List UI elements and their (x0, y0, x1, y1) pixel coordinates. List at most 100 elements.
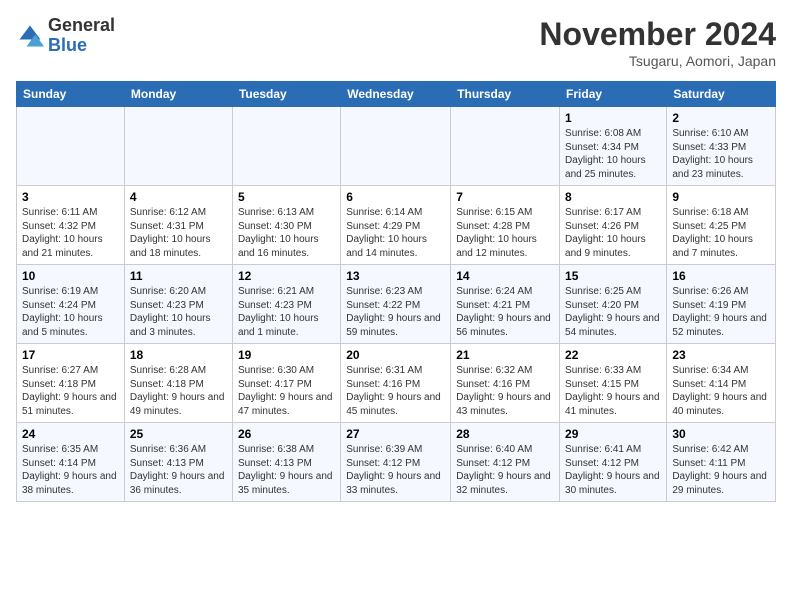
calendar-cell: 4Sunrise: 6:12 AM Sunset: 4:31 PM Daylig… (124, 186, 232, 265)
calendar-cell: 19 Sunrise: 6:30 AM Sunset: 4:17 PM Dayli… (232, 344, 340, 423)
calendar-cell: 17 Sunrise: 6:27 AM Sunset: 4:18 PM Dayli… (17, 344, 125, 423)
day-info: Sunrise: 6:27 AM Sunset: 4:18 PM Dayligh… (22, 364, 119, 418)
calendar-header: SundayMondayTuesdayWednesdayThursdayFrid… (17, 82, 776, 107)
day-number: 9 (672, 190, 770, 204)
calendar-cell: 28 Sunrise: 6:40 AM Sunset: 4:12 PM Dayli… (451, 423, 560, 502)
day-number: 1 (565, 111, 661, 125)
calendar-cell: 30Sunrise: 6:42 AM Sunset: 4:11 PM Dayli… (667, 423, 776, 502)
calendar-cell: 20 Sunrise: 6:31 AM Sunset: 4:16 PM Dayli… (341, 344, 451, 423)
day-info: Sunrise: 6:24 AM Sunset: 4:21 PM Dayligh… (456, 285, 554, 339)
calendar-cell: 23 Sunrise: 6:34 AM Sunset: 4:14 PM Dayli… (667, 344, 776, 423)
day-info: Sunrise: 6:26 AM Sunset: 4:19 PM Dayligh… (672, 285, 770, 339)
day-number: 28 (456, 427, 554, 441)
day-info: Sunrise: 6:28 AM Sunset: 4:18 PM Dayligh… (130, 364, 227, 418)
calendar-table: SundayMondayTuesdayWednesdayThursdayFrid… (16, 81, 776, 502)
day-number: 27 (346, 427, 445, 441)
calendar-cell: 29 Sunrise: 6:41 AM Sunset: 4:12 PM Dayli… (560, 423, 667, 502)
calendar-cell: 26 Sunrise: 6:38 AM Sunset: 4:13 PM Dayli… (232, 423, 340, 502)
day-number: 25 (130, 427, 227, 441)
calendar-week-5: 24 Sunrise: 6:35 AM Sunset: 4:14 PM Dayli… (17, 423, 776, 502)
page-header: General Blue November 2024 Tsugaru, Aomo… (16, 16, 776, 69)
calendar-cell: 10Sunrise: 6:19 AM Sunset: 4:24 PM Dayli… (17, 265, 125, 344)
day-number: 22 (565, 348, 661, 362)
day-info: Sunrise: 6:20 AM Sunset: 4:23 PM Dayligh… (130, 285, 227, 339)
calendar-cell: 9 Sunrise: 6:18 AM Sunset: 4:25 PM Daylig… (667, 186, 776, 265)
weekday-header-sunday: Sunday (17, 82, 125, 107)
day-info: Sunrise: 6:08 AM Sunset: 4:34 PM Dayligh… (565, 127, 661, 181)
day-number: 15 (565, 269, 661, 283)
calendar-week-1: 1 Sunrise: 6:08 AM Sunset: 4:34 PM Daylig… (17, 107, 776, 186)
day-number: 13 (346, 269, 445, 283)
day-info: Sunrise: 6:18 AM Sunset: 4:25 PM Dayligh… (672, 206, 770, 260)
day-number: 30 (672, 427, 770, 441)
calendar-cell: 6 Sunrise: 6:14 AM Sunset: 4:29 PM Daylig… (341, 186, 451, 265)
calendar-cell: 1 Sunrise: 6:08 AM Sunset: 4:34 PM Daylig… (560, 107, 667, 186)
day-info: Sunrise: 6:25 AM Sunset: 4:20 PM Dayligh… (565, 285, 661, 339)
day-info: Sunrise: 6:35 AM Sunset: 4:14 PM Dayligh… (22, 443, 119, 497)
day-number: 16 (672, 269, 770, 283)
weekday-header-tuesday: Tuesday (232, 82, 340, 107)
day-number: 18 (130, 348, 227, 362)
calendar-cell: 7Sunrise: 6:15 AM Sunset: 4:28 PM Daylig… (451, 186, 560, 265)
calendar-cell: 16 Sunrise: 6:26 AM Sunset: 4:19 PM Dayli… (667, 265, 776, 344)
day-number: 20 (346, 348, 445, 362)
calendar-week-4: 17 Sunrise: 6:27 AM Sunset: 4:18 PM Dayli… (17, 344, 776, 423)
day-info: Sunrise: 6:41 AM Sunset: 4:12 PM Dayligh… (565, 443, 661, 497)
calendar-cell (232, 107, 340, 186)
day-number: 24 (22, 427, 119, 441)
calendar-cell: 21 Sunrise: 6:32 AM Sunset: 4:16 PM Dayli… (451, 344, 560, 423)
calendar-cell (451, 107, 560, 186)
calendar-cell: 27Sunrise: 6:39 AM Sunset: 4:12 PM Dayli… (341, 423, 451, 502)
day-info: Sunrise: 6:40 AM Sunset: 4:12 PM Dayligh… (456, 443, 554, 497)
day-info: Sunrise: 6:14 AM Sunset: 4:29 PM Dayligh… (346, 206, 445, 260)
day-number: 8 (565, 190, 661, 204)
calendar-cell: 8Sunrise: 6:17 AM Sunset: 4:26 PM Daylig… (560, 186, 667, 265)
day-info: Sunrise: 6:13 AM Sunset: 4:30 PM Dayligh… (238, 206, 335, 260)
calendar-body: 1 Sunrise: 6:08 AM Sunset: 4:34 PM Daylig… (17, 107, 776, 502)
day-info: Sunrise: 6:32 AM Sunset: 4:16 PM Dayligh… (456, 364, 554, 418)
day-number: 19 (238, 348, 335, 362)
day-info: Sunrise: 6:30 AM Sunset: 4:17 PM Dayligh… (238, 364, 335, 418)
day-number: 26 (238, 427, 335, 441)
logo: General Blue (16, 16, 115, 56)
logo-text: General Blue (48, 16, 115, 56)
day-info: Sunrise: 6:11 AM Sunset: 4:32 PM Dayligh… (22, 206, 119, 260)
day-info: Sunrise: 6:31 AM Sunset: 4:16 PM Dayligh… (346, 364, 445, 418)
calendar-cell: 13 Sunrise: 6:23 AM Sunset: 4:22 PM Dayli… (341, 265, 451, 344)
day-number: 17 (22, 348, 119, 362)
month-title: November 2024 (539, 16, 776, 53)
weekday-header-saturday: Saturday (667, 82, 776, 107)
day-number: 6 (346, 190, 445, 204)
day-info: Sunrise: 6:21 AM Sunset: 4:23 PM Dayligh… (238, 285, 335, 339)
calendar-week-3: 10Sunrise: 6:19 AM Sunset: 4:24 PM Dayli… (17, 265, 776, 344)
day-number: 29 (565, 427, 661, 441)
weekday-header-friday: Friday (560, 82, 667, 107)
day-info: Sunrise: 6:38 AM Sunset: 4:13 PM Dayligh… (238, 443, 335, 497)
calendar-cell: 11 Sunrise: 6:20 AM Sunset: 4:23 PM Dayli… (124, 265, 232, 344)
calendar-cell (17, 107, 125, 186)
day-number: 21 (456, 348, 554, 362)
calendar-cell (124, 107, 232, 186)
weekday-header-thursday: Thursday (451, 82, 560, 107)
day-info: Sunrise: 6:23 AM Sunset: 4:22 PM Dayligh… (346, 285, 445, 339)
weekday-header-wednesday: Wednesday (341, 82, 451, 107)
calendar-cell: 25Sunrise: 6:36 AM Sunset: 4:13 PM Dayli… (124, 423, 232, 502)
day-number: 23 (672, 348, 770, 362)
weekday-header-monday: Monday (124, 82, 232, 107)
location: Tsugaru, Aomori, Japan (539, 53, 776, 69)
calendar-cell: 14 Sunrise: 6:24 AM Sunset: 4:21 PM Dayli… (451, 265, 560, 344)
day-number: 14 (456, 269, 554, 283)
day-number: 5 (238, 190, 335, 204)
day-number: 11 (130, 269, 227, 283)
calendar-cell: 15 Sunrise: 6:25 AM Sunset: 4:20 PM Dayli… (560, 265, 667, 344)
day-number: 4 (130, 190, 227, 204)
calendar-cell: 24 Sunrise: 6:35 AM Sunset: 4:14 PM Dayli… (17, 423, 125, 502)
day-info: Sunrise: 6:10 AM Sunset: 4:33 PM Dayligh… (672, 127, 770, 181)
calendar-cell: 22Sunrise: 6:33 AM Sunset: 4:15 PM Dayli… (560, 344, 667, 423)
title-block: November 2024 Tsugaru, Aomori, Japan (539, 16, 776, 69)
day-number: 7 (456, 190, 554, 204)
day-number: 2 (672, 111, 770, 125)
day-info: Sunrise: 6:34 AM Sunset: 4:14 PM Dayligh… (672, 364, 770, 418)
calendar-cell: 12Sunrise: 6:21 AM Sunset: 4:23 PM Dayli… (232, 265, 340, 344)
day-number: 10 (22, 269, 119, 283)
